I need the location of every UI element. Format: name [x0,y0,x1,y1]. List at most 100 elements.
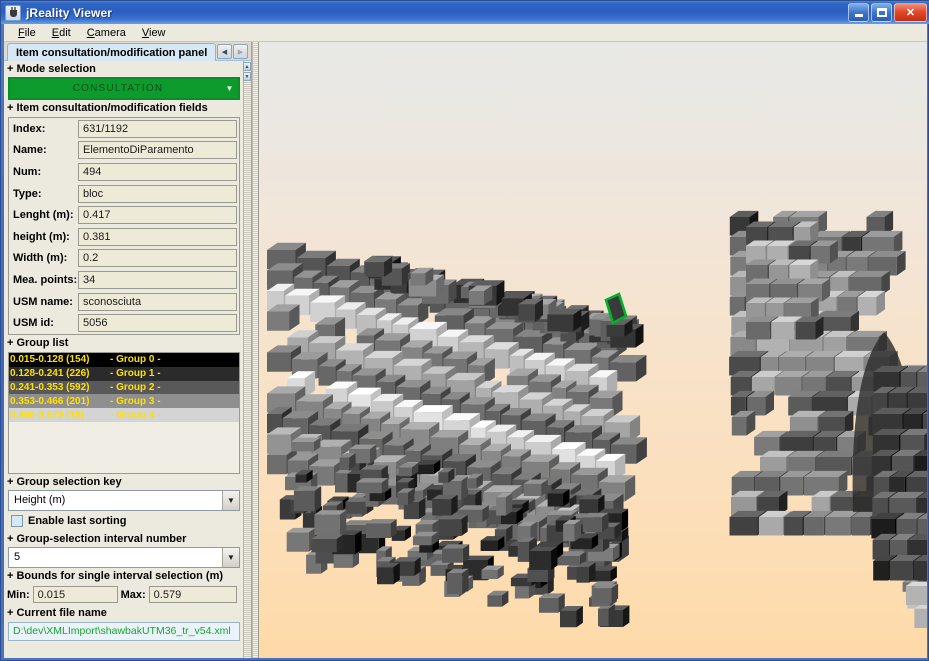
stone-block-wall-model [259,42,927,658]
split-divider[interactable] [252,42,259,658]
group-name: - Group 3 - [110,395,161,407]
list-item[interactable]: 0.128-0.241 (226) - Group 1 - [9,366,239,381]
panel-scrollbar[interactable] [243,61,251,658]
menu-item-edit[interactable]: Edit [44,26,79,40]
lenght-field[interactable]: 0.417 [78,206,237,225]
tab-item-consultation-modification-panel[interactable]: Item consultation/modification panel [7,43,217,61]
field-label: Name: [13,144,47,157]
group-selection-key-combobox[interactable]: Height (m) ▼ [8,489,240,511]
group-selection-key-value: Height (m) [14,494,66,507]
expand-icon[interactable]: + [7,337,13,349]
list-item[interactable]: 0.353-0.466 (201) - Group 3 - [9,394,239,409]
section-header-bounds: + Bounds for single interval selection (m… [4,567,244,584]
group-name: - Group 2 - [110,381,161,393]
menu-item-view[interactable]: View [134,26,174,40]
expand-icon[interactable]: + [7,570,13,582]
window-controls: ✕ [848,3,927,22]
list-item[interactable]: 0.466-0.579 (19) - Group 4 - [9,408,239,422]
section-header-interval-number: + Group-selection interval number [4,530,244,547]
tab-scroll-right-icon[interactable]: ▶ [233,44,248,59]
current-file-name-field[interactable]: D:\dev\XMLImport\shawbakUTM36_tr_v54.xml [8,621,240,641]
scroll-up-icon[interactable]: ▲ [243,62,251,71]
item-panel: Item consultation/modification panel ◀ ▶… [4,42,252,658]
type-field[interactable]: bloc [78,184,237,203]
min-input[interactable]: 0.015 [32,586,118,604]
menu-bar: File Edit Camera View [4,24,927,42]
height-field[interactable]: 0.381 [78,227,237,246]
content-area: Item consultation/modification panel ◀ ▶… [4,42,927,658]
minimize-button[interactable] [848,3,869,22]
expand-icon[interactable]: + [7,476,13,488]
field-label: Type: [13,187,42,200]
group-range: 0.015-0.128 (154) [10,354,90,366]
title-bar: jReality Viewer ✕ [1,1,929,24]
menu-item-camera[interactable]: Camera [79,26,134,40]
scroll-down-icon[interactable]: ▼ [243,72,251,81]
java-coffee-cup-icon [5,4,21,21]
mea-points-field[interactable]: 34 [78,270,237,289]
list-item[interactable]: 0.015-0.128 (154) - Group 0 - [9,352,239,367]
num-field[interactable]: 494 [78,162,237,181]
tab-scroll-left-icon[interactable]: ◀ [217,44,232,59]
enable-last-sorting-row[interactable]: Enable last sorting [4,512,244,531]
expand-icon[interactable]: + [7,607,13,619]
field-row-width: Width (m): 0.2 [9,248,239,270]
field-row-type: Type: bloc [9,183,239,205]
group-range: 0.466-0.579 (19) [10,409,84,421]
field-label: Num: [13,165,42,178]
chevron-down-icon[interactable]: ▼ [222,547,239,567]
3d-model-viewport[interactable] [259,42,927,658]
name-field[interactable]: ElementoDiParamento [78,141,237,160]
chevron-down-icon[interactable]: ▼ [221,79,238,98]
width-field[interactable]: 0.2 [78,249,237,268]
field-label: Index: [13,122,46,135]
field-row-lenght: Lenght (m): 0.417 [9,204,239,226]
expand-icon[interactable]: + [7,533,13,545]
menu-item-file[interactable]: File [10,26,44,40]
bounds-row: Min: 0.015 Max: 0.579 [4,585,244,605]
field-label: height (m): [13,230,70,243]
fields-table: Index: 631/1192 Name: ElementoDiParament… [8,117,240,335]
section-header-fields: + Item consultation/modification fields [4,100,244,116]
field-row-usm-id: USM id: 5056 [9,312,239,334]
maximize-button[interactable] [871,3,892,22]
field-row-mea-points: Mea. points: 34 [9,269,239,291]
mode-selection-value: CONSULTATION [10,79,221,98]
expand-icon[interactable]: + [7,63,13,75]
mode-selection-combobox[interactable]: CONSULTATION ▼ [8,77,240,100]
max-input[interactable]: 0.579 [148,586,237,604]
field-label: USM name: [13,295,73,308]
enable-last-sorting-checkbox[interactable] [11,515,23,528]
section-header-current-file-name: + Current file name [4,604,244,621]
window-title: jReality Viewer [26,5,112,20]
chevron-down-icon[interactable]: ▼ [222,490,239,510]
field-row-height: height (m): 0.381 [9,226,239,248]
group-range: 0.353-0.466 (201) [10,395,90,407]
field-row-name: Name: ElementoDiParamento [9,140,239,162]
field-label: Width (m): [13,252,68,265]
field-label: Lenght (m): [13,209,74,222]
section-header-group-selection-key: + Group selection key [4,473,244,490]
group-range: 0.241-0.353 (592) [10,381,90,393]
group-name: - Group 1 - [110,368,161,380]
index-field[interactable]: 631/1192 [78,119,237,138]
field-row-index: Index: 631/1192 [9,118,239,140]
max-label: Max: [120,588,146,601]
enable-last-sorting-label: Enable last sorting [28,515,127,528]
interval-number-combobox[interactable]: 5 ▼ [8,546,240,568]
panel-body: + Mode selection CONSULTATION ▼ + Item con… [4,61,244,658]
list-item[interactable]: 0.241-0.353 (592) - Group 2 - [9,380,239,395]
close-button[interactable]: ✕ [894,3,927,22]
section-header-group-list: + Group list [4,334,244,351]
interval-number-value: 5 [14,551,21,564]
min-label: Min: [7,588,30,601]
group-list[interactable]: 0.015-0.128 (154) - Group 0 - 0.128-0.24… [8,351,240,474]
usm-name-field[interactable]: sconosciuta [78,292,237,311]
group-range: 0.128-0.241 (226) [10,368,90,380]
field-row-usm-name: USM name: sconosciuta [9,291,239,313]
tab-strip: Item consultation/modification panel ◀ ▶ [4,42,251,61]
expand-icon[interactable]: + [7,102,13,114]
usm-id-field[interactable]: 5056 [78,314,237,333]
section-header-mode-selection: + Mode selection [4,61,244,77]
group-name: - Group 4 - [110,409,161,421]
